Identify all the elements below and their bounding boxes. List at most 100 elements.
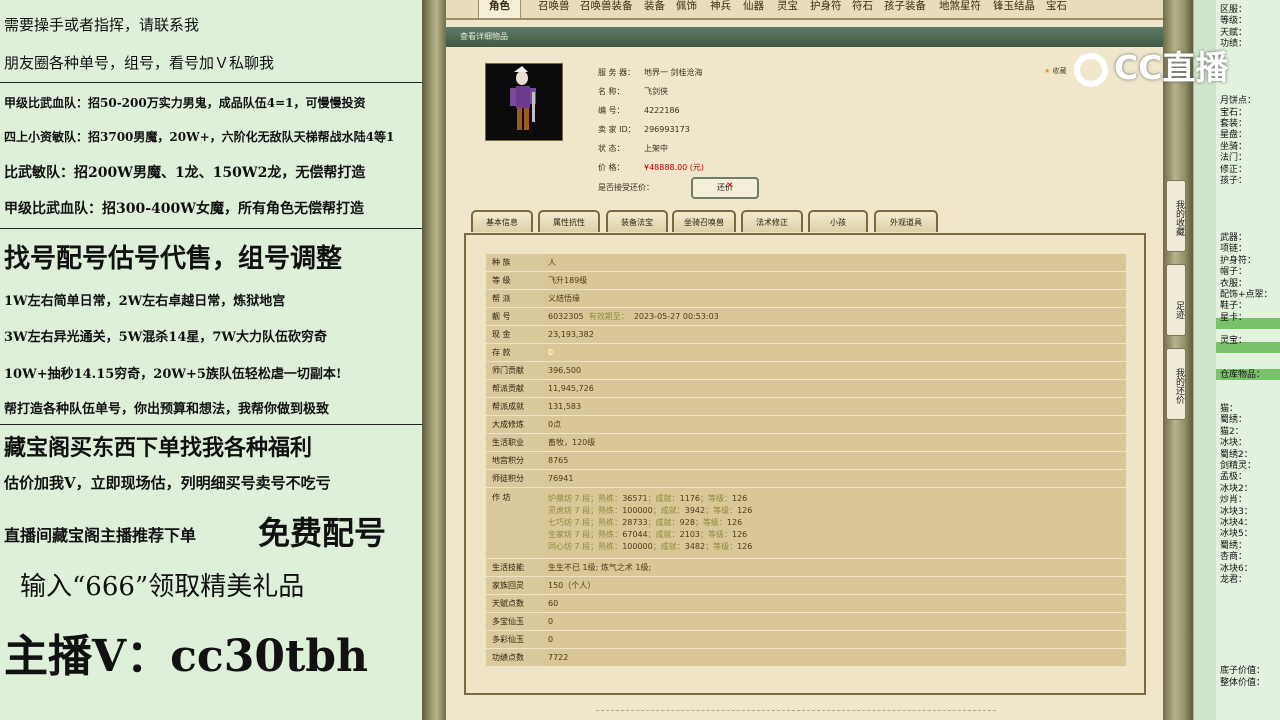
table-row: 种 族人 (486, 254, 1126, 272)
sheet-row-label: 星卡： (1220, 312, 1248, 323)
tab-rune[interactable]: 符石 (852, 0, 873, 18)
overlay-line: 10W+抽秒14.15穷奇，20W+5族队伍轻松虐一切副本! (4, 367, 342, 382)
overlay-line: 直播间藏宝阁主播推荐下单 (4, 526, 197, 545)
overlay-line: 帮打造各种队伍单号，你出预算和想法，我帮你做到极致 (4, 402, 330, 417)
overlay-line: 甲级比武血队：招300-400W女魔，所有角色无偿帮打造 (4, 201, 364, 217)
overlay-line: 需要操手或者指挥，请联系我 (4, 16, 200, 34)
table-row: 存 款0 (486, 343, 1126, 362)
side-tab-footprint[interactable]: 足迹 (1166, 264, 1186, 336)
server-row: 服 务 器： 地界一 剑桂沧海 (598, 68, 703, 77)
table-row: 生活职业 畜牧，120级 (486, 433, 1126, 452)
workshop-line: 生家坊 7 段；熟练：67044；成就：2103；等级：126 (548, 530, 748, 539)
price-row: 价 格： ¥48888.00 (元) (598, 163, 705, 172)
workshop-line: 七巧坊 7 段；熟练：28733；成就：928；等级：126 (548, 518, 743, 527)
sheet-row-label: 孩子： (1220, 176, 1248, 186)
table-row: 师徒积分 76941 (486, 469, 1126, 488)
character-figure-icon (510, 66, 536, 130)
tab-summon-equip[interactable]: 召唤兽装备 (580, 0, 633, 18)
workshop-line: 灵虎坊 7 段；熟练：100000；成就：3942；等级：126 (548, 506, 753, 515)
name-row: 名 称： 飞剑侠 (598, 87, 668, 96)
divider (0, 228, 422, 229)
id-value: 4222186 (644, 106, 680, 115)
sheet-row-label: 灵宝： (1220, 335, 1248, 346)
overlay-line: 估价加我V，立即现场估，列明细买号卖号不吃亏 (4, 474, 331, 492)
cc-live-logo: CC直播 (1074, 44, 1246, 92)
detail-header: 查看详细物品 (446, 27, 1163, 47)
bargain-row: 是否接受还价： (598, 183, 654, 192)
overlay-headline: 藏宝阁买东西下单找我各种福利 (4, 435, 313, 461)
server-value: 地界一 剑桂沧海 (644, 68, 703, 77)
divider (0, 82, 422, 83)
subtab-mount-summon[interactable]: 坐骑召唤兽 (672, 210, 736, 232)
tab-gem[interactable]: 宝石 (1046, 0, 1067, 18)
attribute-table: 种 族人 等 级飞升189级 帮 派义结悟缘 靓 号 6032305 有效期至： … (486, 254, 1126, 667)
overlay-line: 3W左右异光通关，5W混杀14星，7W大力队伍砍穷奇 (4, 330, 328, 345)
overlay-line: 比武敏队：招200W男魔、1龙、150W2龙，无偿帮打造 (4, 165, 366, 181)
table-row: 等 级飞升189级 (486, 271, 1126, 290)
table-row: 多宝仙玉 0 (486, 612, 1126, 631)
bargain-button[interactable]: 还价 (691, 177, 759, 199)
streamer-contact: 主播V：cc30tbh (4, 631, 369, 682)
workshop-line: 同心坊 7 段；熟练：100000；成就：3482；等级：126 (548, 542, 753, 551)
overlay-line: 1W左右简单日常，2W左右卓越日常，炼狱地宫 (4, 294, 286, 309)
tab-equip[interactable]: 装备 (644, 0, 665, 18)
id-row: 编 号： 4222186 (598, 106, 680, 115)
row-number-column (1194, 0, 1216, 720)
subtab-attributes[interactable]: 属性抗性 (538, 210, 600, 232)
stream-overlay-panel: 需要操手或者指挥，请联系我 朋友圈各种单号，组号，看号加Ｖ私聊我 甲级比武血队：… (0, 0, 422, 720)
valuation-sheet: 区服： 等级： 天赋： 功绩： 月饼点： 宝石： 套装： 星盘： 坐骑： 法门： 修正： 孩子： 武器：… (1193, 0, 1280, 720)
table-row: 帮 派义结悟缘 (486, 289, 1126, 308)
table-row: 家族回灵 150（个人） (486, 576, 1126, 595)
page-frame-left (422, 0, 446, 720)
tab-spirit-treasure[interactable]: 灵宝 (777, 0, 798, 18)
top-category-tabs: 角色 召唤兽 召唤兽装备 装备 佩饰 神兵 仙器 灵宝 护身符 符石 孩子装备 … (446, 0, 1163, 20)
sheet-row-label: 整体价值： (1220, 677, 1266, 688)
side-tab-my-bargains[interactable]: 我的还价 (1166, 348, 1186, 420)
workshop-line: 炉鼎坊 7 段；熟练：36571；成就：1176；等级：126 (548, 494, 748, 503)
side-tab-my-favorites[interactable]: 我的收藏 (1166, 180, 1186, 252)
tab-accessory[interactable]: 佩饰 (676, 0, 697, 18)
table-row: 现 金 23,193,382 (486, 325, 1126, 344)
subtab-spell-correction[interactable]: 法术修正 (741, 210, 803, 232)
tab-star-rune[interactable]: 地煞星符 (939, 0, 981, 18)
tab-summon[interactable]: 召唤兽 (538, 0, 570, 18)
tab-divine-weapon[interactable]: 神兵 (710, 0, 731, 18)
divider (596, 710, 996, 711)
table-row: 生活技能 生生不已 1级; 炼气之术 1级; (486, 558, 1126, 577)
subtab-appearance[interactable]: 外观道具 (874, 210, 938, 232)
overlay-line: 朋友圈各种单号，组号，看号加Ｖ私聊我 (4, 54, 275, 72)
table-row: 大成修炼 0点 (486, 415, 1126, 434)
favorite-link[interactable]: ★ 收藏 (1044, 66, 1067, 76)
table-row: 天赋点数 60 (486, 594, 1126, 613)
status-row: 状 态： 上架中 (598, 144, 668, 153)
table-row: 功绩点数 7722 (486, 648, 1126, 667)
tab-jade-crystal[interactable]: 锋玉结晶 (993, 0, 1035, 18)
tab-amulet[interactable]: 护身符 (810, 0, 842, 18)
name-value: 飞剑侠 (644, 87, 668, 96)
sheet-row-label: 仓库物品： (1220, 369, 1266, 380)
subtab-basic-info[interactable]: 基本信息 (471, 210, 533, 232)
overlay-headline: 找号配号估号代售，组号调整 (4, 244, 343, 274)
tab-child-equip[interactable]: 孩子装备 (884, 0, 926, 18)
table-row: 师门贡献 396,500 (486, 361, 1126, 380)
tab-role[interactable]: 角色 (478, 0, 521, 19)
price-value: ¥48888.00 (元) (644, 163, 705, 172)
item-detail-page: 角色 召唤兽 召唤兽装备 装备 佩饰 神兵 仙器 灵宝 护身符 符石 孩子装备 … (446, 0, 1163, 720)
subtab-child[interactable]: 小孩 (808, 210, 868, 232)
table-row: 帮派成就 131,583 (486, 397, 1126, 416)
table-row: 地宫积分 8765 (486, 451, 1126, 470)
seller-row: 卖 家 ID： 296993173 (598, 125, 690, 134)
divider (0, 424, 422, 425)
character-portrait (485, 63, 563, 141)
star-icon: ★ (1044, 67, 1051, 75)
sheet-row-label: 龙君： (1220, 575, 1248, 585)
close-icon: ✕ (726, 181, 734, 191)
overlay-highlight: 免费配号 (258, 514, 387, 552)
overlay-line: 输入“666”领取精美礼品 (20, 572, 305, 602)
table-row: 帮派贡献 11,945,726 (486, 379, 1126, 398)
subtab-equip-treasure[interactable]: 装备法宝 (606, 210, 668, 232)
overlay-line: 甲级比武血队：招50-200万实力男鬼，成品队伍4=1，可慢慢投资 (4, 96, 366, 110)
status-value: 上架中 (644, 144, 668, 153)
tab-immortal-item[interactable]: 仙器 (743, 0, 764, 18)
logo-icon (1074, 52, 1108, 87)
